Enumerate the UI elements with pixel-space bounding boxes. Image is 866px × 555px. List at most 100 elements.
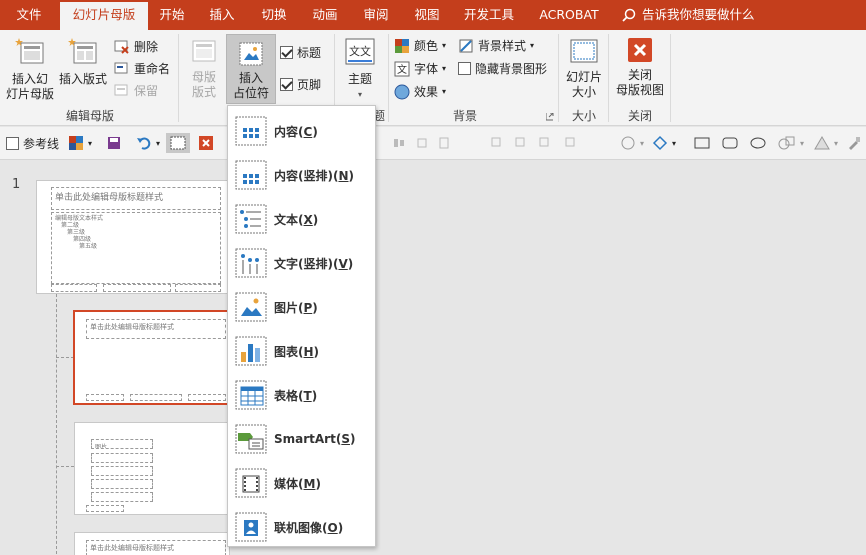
menu-item-text-vertical[interactable]: 文字(竖排)(V) [228, 241, 375, 285]
fonts-dropdown[interactable]: 文 字体 ▾ [394, 60, 446, 77]
master-text-level1: 编辑母版文本样式 [55, 215, 104, 222]
tab-slide-master[interactable]: 幻灯片母版 [60, 2, 148, 30]
tell-me-label: 告诉我你想要做什么 [642, 7, 755, 22]
footer-check-icon[interactable] [280, 78, 293, 91]
colors-dropdown[interactable]: 颜色 ▾ [394, 37, 446, 54]
tab-view[interactable]: 视图 [407, 0, 447, 30]
save-button[interactable] [106, 133, 122, 153]
menu-item-online-image[interactable]: 联机图像(O) [228, 505, 375, 549]
arrange-icon[interactable] [490, 133, 590, 153]
tab-file[interactable]: 文件 [0, 0, 58, 30]
layout-view-button[interactable] [166, 133, 190, 153]
layout-date-placeholder [86, 394, 124, 401]
tab-animations[interactable]: 动画 [305, 0, 345, 30]
shape-effect-button[interactable]: ▾ [652, 133, 676, 153]
close-master-view-button[interactable]: 关闭 母版视图 [612, 36, 668, 98]
menu-item-table[interactable]: 表格(T) [228, 373, 375, 417]
shape-fill-button[interactable]: ▾ [620, 133, 644, 153]
shape-outline-button[interactable]: ▾ [814, 133, 838, 153]
guides-checkbox[interactable]: 参考线 [6, 133, 59, 153]
dialog-launcher-icon[interactable] [546, 113, 554, 121]
tab-review[interactable]: 审阅 [356, 0, 396, 30]
guides-label: 参考线 [23, 136, 60, 151]
online-image-placeholder-icon [235, 512, 267, 542]
master-layout-button[interactable]: 母版 版式 [184, 36, 224, 100]
align-icon[interactable] [392, 133, 452, 153]
insert-placeholder-icon [239, 42, 263, 66]
master-layout-label: 母版 版式 [191, 70, 216, 99]
tab-developer[interactable]: 开发工具 [459, 0, 519, 30]
layout-footer-placeholder [130, 394, 182, 401]
master-slide-thumbnail[interactable]: 单击此处编辑母版标题样式 编辑母版文本样式 第二级 第三级 第四级 第五级 [36, 180, 228, 294]
effects-dropdown[interactable]: 效果 ▾ [394, 83, 446, 100]
delete-button[interactable]: 删除 [114, 38, 158, 55]
layout-title-placeholder: 单击此处编辑母版标题样式 [86, 540, 226, 555]
menu-item-content[interactable]: 内容(C) [228, 109, 375, 153]
menu-item-picture[interactable]: 图片(P) [228, 285, 375, 329]
guides-check-icon[interactable] [6, 136, 19, 150]
format-painter-button[interactable] [846, 133, 862, 153]
text-placeholder-icon [235, 204, 267, 234]
layout-slide-thumbnail[interactable]: 图片 [74, 422, 230, 515]
tab-home[interactable]: 开始 [152, 0, 192, 30]
undo-button[interactable]: ▾ [136, 133, 160, 153]
tab-acrobat[interactable]: ACROBAT [532, 0, 606, 30]
footer-checkbox[interactable]: 页脚 [280, 76, 321, 93]
footer-checkbox-label: 页脚 [297, 78, 322, 92]
tab-insert[interactable]: 插入 [202, 0, 242, 30]
layout-icon [68, 38, 97, 64]
group-label-edit-master: 编辑母版 [65, 109, 114, 123]
rounded-rectangle-icon [722, 137, 738, 149]
fonts-label: 字体 [414, 62, 439, 76]
layout-view-icon [170, 136, 186, 150]
insert-slide-master-button[interactable]: 插入幻 灯片母版 [4, 36, 56, 102]
close-quick-button[interactable] [198, 133, 214, 153]
layout-slide-thumbnail[interactable]: 单击此处编辑母版标题样式 [73, 310, 230, 405]
preserve-button[interactable]: 保留 [114, 82, 158, 99]
tell-me-search[interactable]: 告诉我你想要做什么 [622, 0, 755, 30]
menu-item-label: 内容(竖排) [274, 168, 333, 183]
close-icon [628, 38, 652, 62]
layout-text-placeholder [91, 466, 153, 476]
close-icon [199, 136, 213, 150]
slide-size-button[interactable]: 幻灯片 大小 [563, 36, 605, 100]
oval-shape-button[interactable] [750, 133, 766, 153]
menu-item-text[interactable]: 文本(X) [228, 197, 375, 241]
shapes-gallery-button[interactable]: ▾ [778, 133, 804, 153]
menu-item-accelerator: N [338, 168, 349, 183]
color-palette-icon [395, 38, 409, 53]
rectangle-shape-button[interactable] [694, 133, 710, 153]
insert-placeholder-button[interactable]: 插入 占位符 [226, 34, 276, 104]
tab-transitions[interactable]: 切换 [254, 0, 294, 30]
shapes-icon [778, 136, 795, 150]
layout-picture-label: 图片 [91, 439, 153, 449]
title-check-icon[interactable] [280, 46, 293, 59]
menu-item-smartart[interactable]: SmartArt(S) [228, 417, 375, 461]
smartart-placeholder-icon [235, 424, 267, 454]
group-separator [558, 34, 559, 122]
insert-layout-button[interactable]: 插入版式 [58, 36, 108, 87]
menu-item-accelerator: M [303, 476, 316, 491]
title-checkbox[interactable]: 标题 [280, 44, 321, 61]
menu-item-content-vertical[interactable]: 内容(竖排)(N) [228, 153, 375, 197]
master-text-level2: 第二级 [61, 222, 80, 229]
save-icon [108, 137, 120, 149]
hide-background-graphics-checkbox[interactable]: 隐藏背景图形 [458, 60, 547, 77]
menu-item-label: 图表 [274, 344, 299, 359]
group-separator [670, 34, 671, 122]
theme-button[interactable]: 文文 主题 ▾ [340, 36, 380, 102]
master-layout-icon [192, 40, 216, 62]
menu-item-accelerator: P [303, 300, 313, 315]
layout-number-placeholder [188, 394, 226, 401]
color-scheme-button[interactable]: ▾ [68, 133, 92, 153]
layout-slide-thumbnail[interactable]: 单击此处编辑母版标题样式 [74, 532, 230, 555]
menu-item-chart[interactable]: 图表(H) [228, 329, 375, 373]
layout-text-placeholder [91, 453, 153, 463]
hide-background-check-icon[interactable] [458, 62, 471, 75]
rename-button[interactable]: 重命名 [114, 60, 170, 77]
menu-item-media[interactable]: 媒体(M) [228, 461, 375, 505]
background-styles-dropdown[interactable]: 背景样式 ▾ [458, 37, 534, 54]
menu-item-accelerator: V [338, 256, 348, 271]
menu-item-label: 表格 [274, 388, 299, 403]
rounded-rectangle-button[interactable] [722, 133, 738, 153]
